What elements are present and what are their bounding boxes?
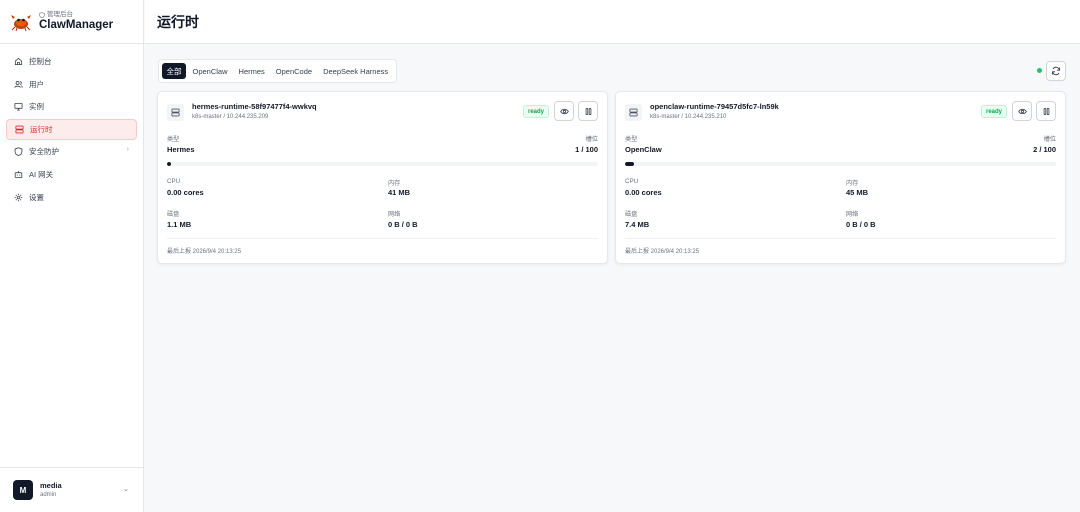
disk-label: 磁盘 [167,211,180,218]
type-value: OpenClaw [625,145,662,154]
sidebar-item-runtime[interactable]: 运行时 [6,118,137,140]
type-label: 类型 [625,136,638,143]
sidebar-item-label: AI 网关 [29,169,54,179]
brand-subtitle: 管理后台 [39,11,113,19]
sidebar-item-label: 用户 [29,79,44,89]
sidebar-item-ai-gateway[interactable]: AI 网关 [6,164,137,185]
runtime-node: k8s-master / 10.244.235.209 [192,114,269,120]
memory-value: 45 MB [846,188,869,197]
type-value: Hermes [167,145,195,154]
tab-deepseek-harness[interactable]: DeepSeek Harness [319,63,393,79]
sidebar-item-instances[interactable]: 实例 [6,96,137,117]
connection-status-dot [1037,68,1042,73]
cpu-value: 0.00 cores [167,188,204,197]
type-label: 类型 [167,136,180,143]
server-icon [14,124,24,134]
server-icon [167,104,184,121]
slots-progress-fill [167,162,172,166]
view-button[interactable] [1012,101,1032,121]
shield-icon [13,147,23,157]
card-divider [625,238,1056,239]
chevron-right-icon: › [126,146,129,154]
runtime-card: openclaw-runtime-79457d5fc7-ln59k k8s-ma… [615,91,1066,264]
tab-hermes[interactable]: Hermes [234,63,269,79]
eye-icon [559,108,569,114]
runtime-node: k8s-master / 10.244.235.210 [650,114,727,120]
brand-subtitle-text: 管理后台 [47,11,73,18]
server-icon [625,104,642,121]
slots-progress-bar [167,162,598,166]
slots-label: 槽位 [585,136,598,143]
disk-value: 1.1 MB [167,220,192,229]
memory-label: 内存 [388,180,401,187]
view-button[interactable] [554,101,574,121]
tab-openclaw[interactable]: OpenClaw [188,63,232,79]
sidebar: 管理后台 ClawManager 控制台 用户 实例 运行时 安全防护 › AI… [0,0,144,512]
runtime-name: openclaw-runtime-79457d5fc7-ln59k [650,102,779,111]
status-badge: ready [522,105,549,118]
last-report-time: 最后上报 2026/9/4 20:13:25 [625,249,700,255]
cpu-label: CPU [167,178,181,185]
sidebar-item-settings[interactable]: 设置 [6,187,137,208]
network-value: 0 B / 0 B [388,220,418,229]
page-title: 运行时 [157,13,199,30]
last-report-time: 最后上报 2026/9/4 20:13:25 [167,249,242,255]
slots-progress-bar [625,162,1056,166]
crab-logo-icon [10,11,32,33]
chevron-down-icon: ⌄ [123,486,129,493]
user-name: media [40,481,62,490]
user-menu[interactable]: M media admin ⌄ [0,467,143,512]
slots-value: 1 / 100 [575,145,598,154]
eye-icon [1017,108,1027,114]
sidebar-item-label: 控制台 [29,57,52,66]
sidebar-item-label: 运行时 [30,124,53,134]
sidebar-item-security[interactable]: 安全防护 › [6,141,137,162]
slots-label: 槽位 [1043,136,1056,143]
pause-icon [585,107,591,115]
memory-label: 内存 [846,180,859,187]
sidebar-item-dashboard[interactable]: 控制台 [6,51,137,72]
refresh-button[interactable] [1046,61,1066,81]
disk-label: 磁盘 [625,211,638,218]
shield-small-icon [39,12,45,18]
tab-all[interactable]: 全部 [162,63,186,79]
runtime-name: hermes-runtime-58f97477f4-wwkvq [192,102,317,111]
network-label: 网络 [388,211,401,218]
sidebar-item-label: 实例 [29,102,44,112]
sidebar-item-label: 设置 [29,192,44,202]
pause-button[interactable] [1036,101,1056,121]
gear-icon [13,192,23,202]
runtime-card: hermes-runtime-58f97477f4-wwkvq k8s-mast… [157,91,608,264]
tab-opencode[interactable]: OpenCode [271,63,316,79]
bot-icon [13,169,23,179]
network-value: 0 B / 0 B [846,220,876,229]
status-badge: ready [980,105,1007,118]
runtime-filter-tabs: 全部 OpenClaw Hermes OpenCode DeepSeek Har… [158,59,397,83]
user-role: admin [40,492,57,498]
pause-icon [1043,107,1049,115]
network-label: 网络 [846,211,859,218]
pause-button[interactable] [578,101,598,121]
disk-value: 7.4 MB [625,220,650,229]
slots-progress-fill [625,162,634,166]
home-icon [13,57,23,67]
users-icon [13,79,23,89]
sidebar-nav: 控制台 用户 实例 运行时 安全防护 › AI 网关 设置 [0,44,143,208]
brand-title: ClawManager [39,19,114,31]
sidebar-item-label: 安全防护 [29,147,59,157]
sidebar-item-users[interactable]: 用户 [6,74,137,95]
card-divider [167,238,598,239]
avatar: M [13,480,33,500]
refresh-icon [1051,66,1061,76]
cpu-label: CPU [625,178,639,185]
brand[interactable]: 管理后台 ClawManager [0,0,143,44]
cpu-value: 0.00 cores [625,188,662,197]
slots-value: 2 / 100 [1033,145,1056,154]
memory-value: 41 MB [388,188,411,197]
monitor-icon [13,102,23,112]
page-header: 运行时 [145,0,1080,44]
